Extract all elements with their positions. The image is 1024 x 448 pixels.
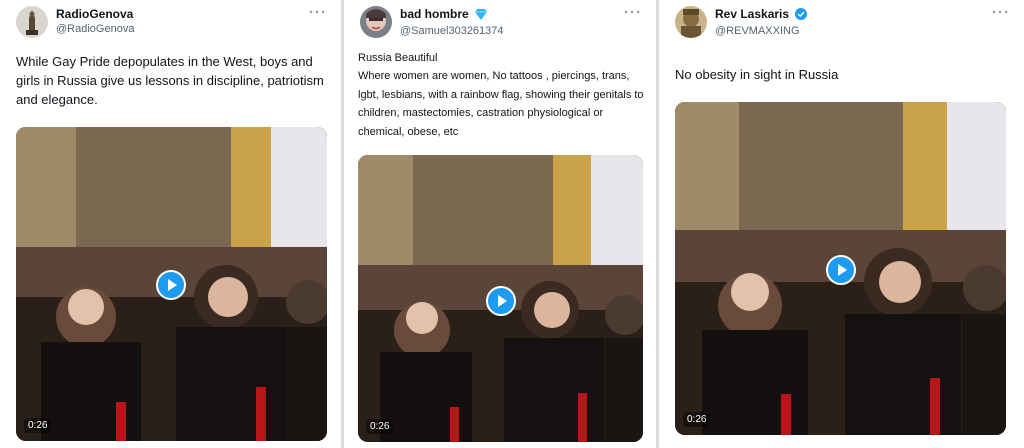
- user-handle[interactable]: @RadioGenova: [56, 22, 134, 36]
- video-duration: 0:26: [24, 418, 52, 433]
- tweet-card-bad-hombre[interactable]: bad hombre @Samuel303261374 ··· Russia B…: [344, 0, 656, 448]
- user-handle[interactable]: @REVMAXXING: [715, 24, 807, 38]
- display-name-row: bad hombre: [400, 7, 504, 24]
- avatar[interactable]: [360, 6, 392, 38]
- tweet-card-radiogenova[interactable]: RadioGenova @RadioGenova ··· While Gay P…: [0, 0, 341, 448]
- ellipsis-icon[interactable]: ···: [624, 4, 642, 21]
- play-button[interactable]: [486, 286, 516, 316]
- tweet-header: Rev Laskaris @REVMAXXING ···: [675, 4, 1010, 42]
- tweet-card-rev-laskaris[interactable]: Rev Laskaris @REVMAXXING ··· No obesity …: [659, 0, 1024, 448]
- tweet-text: While Gay Pride depopulates in the West,…: [16, 54, 324, 107]
- display-name[interactable]: Rev Laskaris: [715, 7, 789, 21]
- tweet-text: Where women are women, No tattoos , pier…: [358, 70, 644, 138]
- author-names: Rev Laskaris @REVMAXXING: [715, 7, 808, 38]
- video-player[interactable]: 0:26: [16, 127, 327, 441]
- play-icon: [498, 295, 507, 307]
- video-player[interactable]: 0:26: [358, 155, 643, 442]
- avatar[interactable]: [675, 6, 707, 38]
- play-icon: [838, 264, 847, 276]
- tweet-text: No obesity in sight in Russia: [675, 67, 839, 82]
- play-button[interactable]: [156, 270, 186, 300]
- author-names: RadioGenova @RadioGenova: [56, 7, 134, 36]
- play-icon: [168, 279, 177, 291]
- display-name[interactable]: RadioGenova: [56, 7, 134, 22]
- tweet-header: bad hombre @Samuel303261374 ···: [360, 4, 642, 42]
- ellipsis-icon[interactable]: ···: [992, 4, 1010, 21]
- display-name-row: Rev Laskaris: [715, 7, 808, 24]
- avatar[interactable]: [16, 6, 48, 38]
- ellipsis-icon[interactable]: ···: [309, 4, 327, 21]
- video-duration: 0:26: [683, 412, 711, 427]
- tweet-text-block: Russia Beautiful Where women are women, …: [358, 49, 648, 141]
- tweet-text-title: Russia Beautiful: [358, 52, 438, 64]
- user-handle[interactable]: @Samuel303261374: [400, 24, 504, 38]
- display-name[interactable]: bad hombre: [400, 7, 469, 21]
- author-names: bad hombre @Samuel303261374: [400, 7, 504, 38]
- play-button[interactable]: [826, 255, 856, 285]
- video-duration: 0:26: [366, 419, 394, 434]
- tweet-header: RadioGenova @RadioGenova ···: [16, 4, 327, 42]
- diamond-icon: [475, 9, 488, 24]
- tweet-comparison: RadioGenova @RadioGenova ··· While Gay P…: [0, 0, 1024, 448]
- video-player[interactable]: 0:26: [675, 102, 1006, 435]
- verified-icon: [795, 8, 808, 24]
